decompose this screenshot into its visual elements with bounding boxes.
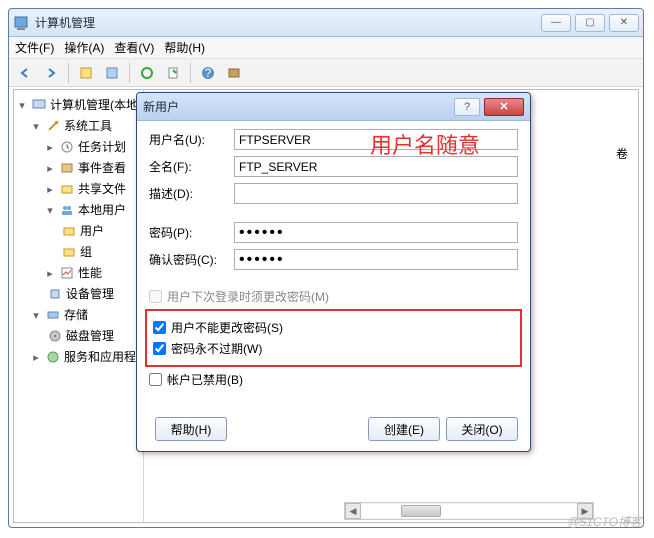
tree-system-tools[interactable]: ▾ 系统工具	[16, 115, 141, 136]
nav-back-button[interactable]	[13, 61, 37, 85]
tools-icon	[45, 118, 61, 134]
performance-icon	[59, 265, 75, 281]
username-label: 用户名(U):	[149, 131, 234, 148]
tree-performance[interactable]: ▸ 性能	[16, 262, 141, 283]
export-button[interactable]	[161, 61, 185, 85]
password-field[interactable]	[234, 222, 518, 243]
cannot-change-password-label[interactable]: 用户不能更改密码(S)	[171, 319, 283, 336]
tree-local-users[interactable]: ▾ 本地用户	[16, 199, 141, 220]
watermark: @51CTO博客	[567, 513, 642, 530]
toolbar: ?	[9, 59, 643, 87]
dialog-body: 用户名(U): 全名(F): 描述(D): 密码(P): 确认密码(C): 用户…	[137, 121, 530, 400]
menubar: 文件(F) 操作(A) 查看(V) 帮助(H)	[9, 37, 643, 59]
password-never-expires-label[interactable]: 密码永不过期(W)	[171, 340, 262, 357]
help-button[interactable]: ?	[196, 61, 220, 85]
menu-view[interactable]: 查看(V)	[114, 39, 154, 56]
account-disabled-checkbox[interactable]	[149, 373, 162, 386]
clock-icon	[59, 139, 75, 155]
storage-icon	[45, 307, 61, 323]
tree-users[interactable]: 用户	[16, 220, 141, 241]
confirm-password-label: 确认密码(C):	[149, 251, 234, 268]
dialog-button-row: 帮助(H) 创建(E) 关闭(O)	[149, 417, 518, 441]
fullname-label: 全名(F):	[149, 158, 234, 175]
menu-help[interactable]: 帮助(H)	[164, 39, 205, 56]
close-button[interactable]: 关闭(O)	[446, 417, 518, 441]
tree-disk-management[interactable]: 磁盘管理	[16, 325, 141, 346]
nav-tree: ▾ 计算机管理(本地 ▾ 系统工具 ▸ 任务计划 ▸ 事件查看 ▸	[14, 90, 144, 522]
expand-icon[interactable]: ▸	[44, 183, 56, 195]
minimize-button[interactable]: —	[541, 14, 571, 32]
description-field[interactable]	[234, 183, 518, 204]
menu-action[interactable]: 操作(A)	[64, 39, 104, 56]
tree-task-scheduler[interactable]: ▸ 任务计划	[16, 136, 141, 157]
folder-icon	[61, 223, 77, 239]
expand-icon[interactable]: ▾	[30, 120, 42, 132]
scroll-left-button[interactable]: ◀	[345, 503, 361, 519]
must-change-password-label: 用户下次登录时须更改密码(M)	[167, 288, 329, 305]
menu-file[interactable]: 文件(F)	[15, 39, 54, 56]
dialog-titlebar[interactable]: 新用户 ? ✕	[137, 93, 530, 121]
scroll-track[interactable]	[361, 504, 577, 518]
users-icon	[59, 202, 75, 218]
help-button[interactable]: 帮助(H)	[155, 417, 227, 441]
username-field[interactable]	[234, 129, 518, 150]
expand-icon[interactable]: ▸	[30, 351, 42, 363]
expand-icon[interactable]: ▾	[44, 204, 56, 216]
fullname-field[interactable]	[234, 156, 518, 177]
password-never-expires-checkbox[interactable]	[153, 342, 166, 355]
maximize-button[interactable]: ▢	[575, 14, 605, 32]
shared-folder-icon	[59, 181, 75, 197]
password-label: 密码(P):	[149, 224, 234, 241]
dialog-help-icon[interactable]: ?	[454, 98, 480, 116]
confirm-password-field[interactable]	[234, 249, 518, 270]
expand-icon[interactable]: ▾	[16, 99, 28, 111]
dialog-close-button[interactable]: ✕	[484, 98, 524, 116]
toolbar-separator	[190, 63, 191, 83]
refresh-button[interactable]	[135, 61, 159, 85]
tree-event-viewer[interactable]: ▸ 事件查看	[16, 157, 141, 178]
expand-icon[interactable]: ▸	[44, 141, 56, 153]
close-button[interactable]: ✕	[609, 14, 639, 32]
expand-icon[interactable]: ▸	[44, 162, 56, 174]
dialog-title: 新用户	[143, 98, 454, 115]
nav-forward-button[interactable]	[39, 61, 63, 85]
must-change-password-checkbox	[149, 290, 162, 303]
properties-button[interactable]	[100, 61, 124, 85]
options-button[interactable]	[222, 61, 246, 85]
description-label: 描述(D):	[149, 185, 234, 202]
scroll-thumb[interactable]	[401, 505, 441, 517]
titlebar: 计算机管理 — ▢ ✕	[9, 9, 643, 37]
create-button[interactable]: 创建(E)	[368, 417, 440, 441]
new-user-dialog: 新用户 ? ✕ 用户名(U): 全名(F): 描述(D): 密码(P): 确认密…	[136, 92, 531, 452]
highlighted-options: 用户不能更改密码(S) 密码永不过期(W)	[145, 309, 522, 367]
horizontal-scrollbar[interactable]: ◀ ▶	[344, 502, 594, 520]
event-icon	[59, 160, 75, 176]
column-header-volume[interactable]: 卷	[616, 145, 628, 162]
must-change-password-row: 用户下次登录时须更改密码(M)	[149, 288, 518, 305]
computer-icon	[31, 97, 47, 113]
expand-icon[interactable]: ▾	[30, 309, 42, 321]
window-title: 计算机管理	[35, 14, 541, 31]
window-controls: — ▢ ✕	[541, 14, 639, 32]
tree-storage[interactable]: ▾ 存储	[16, 304, 141, 325]
disk-icon	[47, 328, 63, 344]
toolbar-separator	[129, 63, 130, 83]
toolbar-separator	[68, 63, 69, 83]
svg-text:?: ?	[205, 66, 212, 80]
expand-icon[interactable]: ▸	[44, 267, 56, 279]
device-icon	[47, 286, 63, 302]
up-button[interactable]	[74, 61, 98, 85]
tree-shared-folders[interactable]: ▸ 共享文件	[16, 178, 141, 199]
tree-device-manager[interactable]: 设备管理	[16, 283, 141, 304]
tree-root[interactable]: ▾ 计算机管理(本地	[16, 94, 141, 115]
cannot-change-password-checkbox[interactable]	[153, 321, 166, 334]
account-disabled-label[interactable]: 帐户已禁用(B)	[167, 371, 243, 388]
services-icon	[45, 349, 61, 365]
tree-groups[interactable]: 组	[16, 241, 141, 262]
app-icon	[13, 15, 29, 31]
tree-services-apps[interactable]: ▸ 服务和应用程	[16, 346, 141, 367]
folder-icon	[61, 244, 77, 260]
